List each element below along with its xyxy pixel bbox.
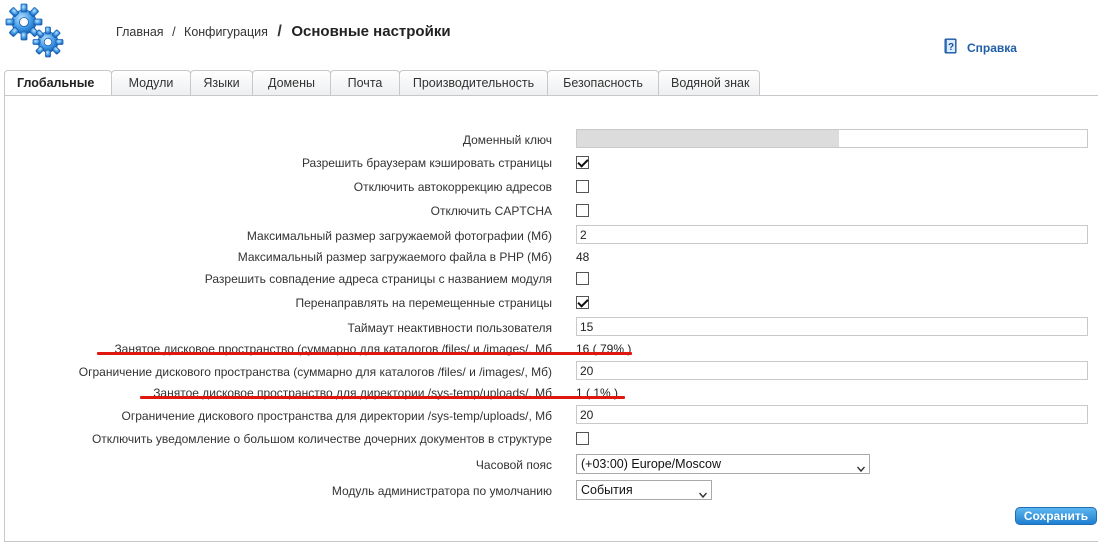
chevron-down-icon — [856, 460, 866, 473]
row-redirect-moved: Перенаправлять на перемещенные страницы — [5, 292, 1098, 314]
tab-modules[interactable]: Модули — [111, 70, 191, 96]
settings-tabs: Глобальные Модули Языки Домены Почта Про… — [4, 70, 760, 97]
tab-security[interactable]: Безопасность — [547, 70, 659, 96]
breadcrumb: Главная / Конфигурация / Основные настро… — [116, 23, 451, 41]
annotation-underline — [97, 352, 632, 355]
breadcrumb-separator: / — [172, 25, 176, 39]
timezone-select[interactable]: (+03:00) Europe/Moscow — [576, 454, 870, 474]
save-button[interactable]: Сохранить — [1015, 507, 1097, 525]
row-max-photo-size: Максимальный размер загружаемой фотограф… — [5, 225, 1098, 247]
row-disk-limit-files: Ограничение дискового пространства (сумм… — [5, 361, 1098, 383]
field-label: Модуль администратора по умолчанию — [331, 484, 552, 498]
disable-autocorrect-checkbox[interactable] — [576, 180, 589, 193]
field-label: Ограничение дискового пространства для д… — [121, 409, 552, 423]
gears-logo-icon — [4, 2, 68, 60]
row-disable-children-notice: Отключить уведомление о большом количест… — [5, 428, 1098, 450]
help-book-icon: ? — [943, 38, 959, 57]
disable-children-notice-checkbox[interactable] — [576, 432, 589, 445]
field-label: Отключить CAPTCHA — [430, 204, 552, 218]
field-label: Разрешить браузерам кэшировать страницы — [301, 156, 552, 170]
field-label: Доменный ключ — [462, 133, 552, 147]
browser-cache-checkbox[interactable] — [576, 156, 589, 169]
domain-key-input[interactable] — [576, 129, 1088, 148]
tab-performance[interactable]: Производительность — [399, 70, 548, 96]
tab-watermark[interactable]: Водяной знак — [658, 70, 760, 96]
row-inactivity-timeout: Таймаут неактивности пользователя — [5, 317, 1098, 339]
settings-panel: Доменный ключ Разрешить браузерам кэширо… — [4, 95, 1098, 542]
default-admin-module-select[interactable]: События — [576, 480, 712, 500]
row-timezone: Часовой пояс (+03:00) Europe/Moscow — [5, 454, 1098, 476]
field-label: Таймаут неактивности пользователя — [347, 321, 552, 335]
field-label: Отключить уведомление о большом количест… — [91, 432, 552, 446]
svg-text:?: ? — [948, 42, 954, 53]
disk-limit-uploads-input[interactable] — [576, 405, 1088, 424]
default-admin-module-selected-value: События — [581, 483, 633, 497]
row-default-admin-module: Модуль администратора по умолчанию Событ… — [5, 480, 1098, 502]
row-disk-used-files: Занятое дисковое пространство (суммарно … — [5, 338, 1098, 360]
tab-domains[interactable]: Домены — [252, 70, 331, 96]
field-label: Перенаправлять на перемещенные страницы — [295, 296, 552, 310]
allow-module-match-checkbox[interactable] — [576, 272, 589, 285]
field-label: Отключить автокоррекцию адресов — [353, 180, 552, 194]
chevron-down-icon — [698, 486, 708, 499]
row-disable-autocorrect: Отключить автокоррекцию адресов — [5, 176, 1098, 198]
breadcrumb-config-link[interactable]: Конфигурация — [184, 25, 268, 39]
disk-limit-files-input[interactable] — [576, 361, 1088, 380]
help-link[interactable]: ? Справка — [943, 38, 1017, 57]
field-label: Разрешить совпадение адреса страницы с н… — [204, 272, 552, 286]
row-browser-cache: Разрешить браузерам кэшировать страницы — [5, 152, 1098, 174]
breadcrumb-home-link[interactable]: Главная — [116, 25, 164, 39]
field-label: Часовой пояс — [475, 458, 552, 472]
max-photo-size-input[interactable] — [576, 225, 1088, 244]
row-max-php-upload: Максимальный размер загружаемого файла в… — [5, 246, 1098, 268]
row-domain-key: Доменный ключ — [5, 129, 1098, 151]
redirect-moved-checkbox[interactable] — [576, 296, 589, 309]
row-disk-used-uploads: Занятое дисковое пространство для директ… — [5, 382, 1098, 404]
max-php-upload-value: 48 — [576, 250, 590, 264]
timezone-selected-value: (+03:00) Europe/Moscow — [581, 457, 722, 471]
tab-mail[interactable]: Почта — [330, 70, 400, 96]
inactivity-timeout-input[interactable] — [576, 317, 1088, 336]
field-label: Ограничение дискового пространства (сумм… — [78, 365, 552, 379]
disable-captcha-checkbox[interactable] — [576, 204, 589, 217]
annotation-underline — [140, 396, 625, 399]
field-label: Максимальный размер загружаемого файла в… — [237, 250, 552, 264]
row-disk-limit-uploads: Ограничение дискового пространства для д… — [5, 405, 1098, 427]
tab-global[interactable]: Глобальные — [4, 70, 112, 97]
tab-languages[interactable]: Языки — [190, 70, 253, 96]
field-label: Максимальный размер загружаемой фотограф… — [246, 229, 552, 243]
row-allow-module-match: Разрешить совпадение адреса страницы с н… — [5, 268, 1098, 290]
breadcrumb-separator: / — [277, 23, 282, 40]
row-disable-captcha: Отключить CAPTCHA — [5, 200, 1098, 222]
help-label: Справка — [967, 40, 1017, 55]
page-title: Основные настройки — [291, 23, 451, 40]
